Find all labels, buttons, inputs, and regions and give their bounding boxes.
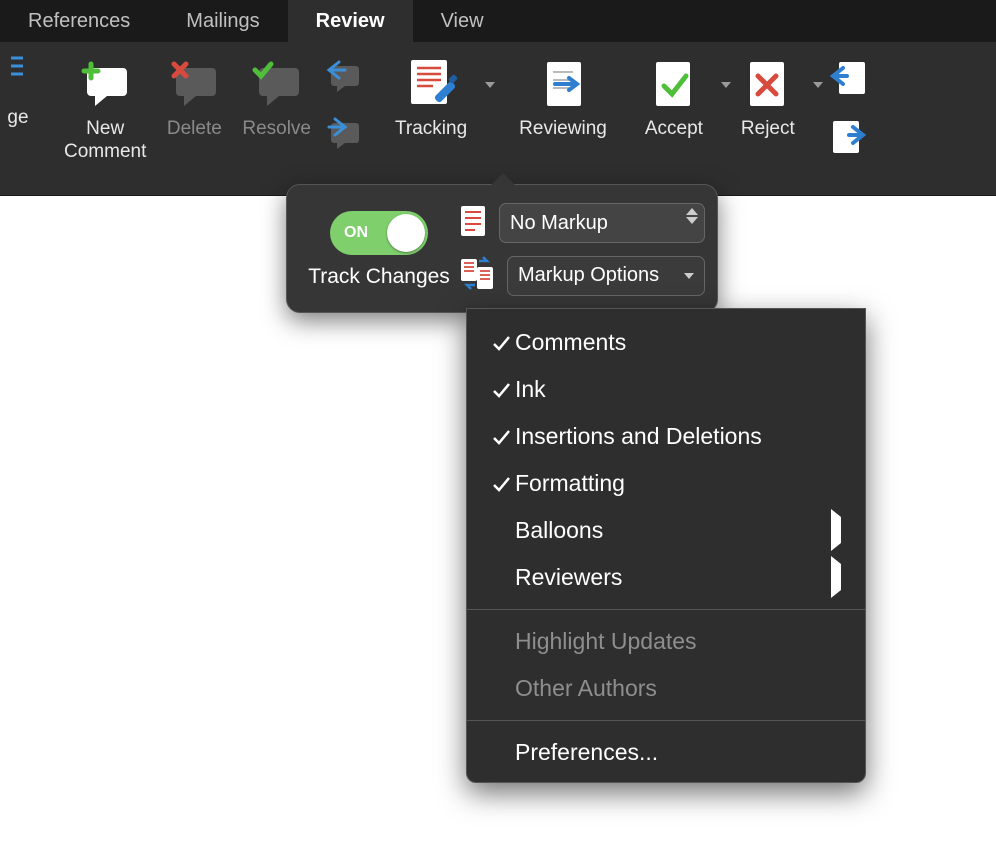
ribbon-label: Reviewing <box>519 118 607 141</box>
menu-label: Formatting <box>515 470 625 497</box>
markup-options-button[interactable]: Markup Options <box>507 256 705 296</box>
document-markup-icon <box>459 204 489 243</box>
menu-label: Balloons <box>515 517 603 544</box>
menu-item-preferences[interactable]: Preferences... <box>467 729 865 776</box>
menu-item-ink[interactable]: Ink <box>467 366 865 413</box>
check-icon <box>487 427 515 447</box>
markup-display-select[interactable]: No Markup <box>499 203 705 243</box>
ribbon-label: Resolve <box>242 118 311 141</box>
tracking-icon <box>405 56 457 112</box>
ribbon-label: Delete <box>167 118 222 141</box>
ribbon-item-edge[interactable]: ge <box>0 56 36 129</box>
reject-button[interactable]: Reject <box>731 56 805 141</box>
menu-item-highlight-updates: Highlight Updates <box>467 618 865 665</box>
next-change-button[interactable] <box>829 119 869 160</box>
change-nav-stack <box>823 56 877 160</box>
delete-comment-button[interactable]: Delete <box>156 56 232 141</box>
check-icon <box>487 380 515 400</box>
check-icon <box>487 474 515 494</box>
next-comment-button[interactable] <box>323 117 363 156</box>
chevron-down-icon[interactable] <box>721 82 731 88</box>
chevron-down-icon[interactable] <box>813 82 823 88</box>
menu-item-balloons[interactable]: Balloons <box>467 507 865 554</box>
menu-item-reviewers[interactable]: Reviewers <box>467 554 865 601</box>
ribbon-label: Reject <box>741 118 795 141</box>
chevron-down-icon[interactable] <box>485 82 495 88</box>
chevron-down-icon <box>684 273 694 279</box>
menu-label: Insertions and Deletions <box>515 423 762 450</box>
menu-label: Ink <box>515 376 546 403</box>
tab-mailings[interactable]: Mailings <box>158 0 287 42</box>
markup-options-icon <box>459 255 497 296</box>
ribbon-label: Accept <box>645 118 703 141</box>
reject-icon <box>746 56 790 112</box>
tab-view[interactable]: View <box>413 0 512 42</box>
chevron-right-icon <box>831 517 841 544</box>
stepper-icon <box>686 208 698 224</box>
tab-review[interactable]: Review <box>288 0 413 42</box>
ribbon-label-edge: ge <box>7 107 28 129</box>
chevron-right-icon <box>831 564 841 591</box>
resolve-comment-icon <box>249 56 305 112</box>
select-value: No Markup <box>510 212 608 235</box>
check-icon <box>487 333 515 353</box>
comment-nav-stack <box>321 56 371 156</box>
ribbon-tabs: References Mailings Review View <box>0 0 996 42</box>
accept-icon <box>652 56 696 112</box>
menu-label: Comments <box>515 329 626 356</box>
menu-label: Preferences... <box>515 739 658 766</box>
new-comment-button[interactable]: New Comment <box>54 56 156 164</box>
menu-separator <box>467 609 865 610</box>
tracking-popover: ON Track Changes No Markup <box>286 184 718 313</box>
track-changes-toggle[interactable]: ON <box>330 211 428 255</box>
tab-references[interactable]: References <box>0 0 158 42</box>
menu-item-formatting[interactable]: Formatting <box>467 460 865 507</box>
ribbon-label: New Comment <box>64 118 146 164</box>
reviewing-pane-button[interactable]: Reviewing <box>509 56 617 141</box>
menu-item-comments[interactable]: Comments <box>467 319 865 366</box>
previous-comment-button[interactable] <box>323 60 363 99</box>
resolve-comment-button[interactable]: Resolve <box>232 56 321 141</box>
delete-comment-icon <box>166 56 222 112</box>
menu-label: Reviewers <box>515 564 622 591</box>
reviewing-pane-icon <box>539 56 587 112</box>
tracking-button[interactable]: Tracking <box>385 56 477 141</box>
toggle-knob <box>387 214 425 252</box>
new-comment-icon <box>77 56 133 112</box>
track-changes-label: Track Changes <box>308 265 450 289</box>
markup-options-label: Markup Options <box>518 264 659 287</box>
ribbon-label: Tracking <box>395 118 467 141</box>
markup-options-menu: Comments Ink Insertions and Deletions Fo… <box>466 308 866 783</box>
previous-change-button[interactable] <box>829 60 869 101</box>
menu-separator <box>467 720 865 721</box>
accept-button[interactable]: Accept <box>635 56 713 141</box>
menu-item-insertions-deletions[interactable]: Insertions and Deletions <box>467 413 865 460</box>
generic-icon <box>9 56 27 103</box>
menu-label: Other Authors <box>515 675 657 702</box>
menu-label: Highlight Updates <box>515 628 697 655</box>
menu-item-other-authors: Other Authors <box>467 665 865 712</box>
toggle-on-label: ON <box>344 224 368 242</box>
